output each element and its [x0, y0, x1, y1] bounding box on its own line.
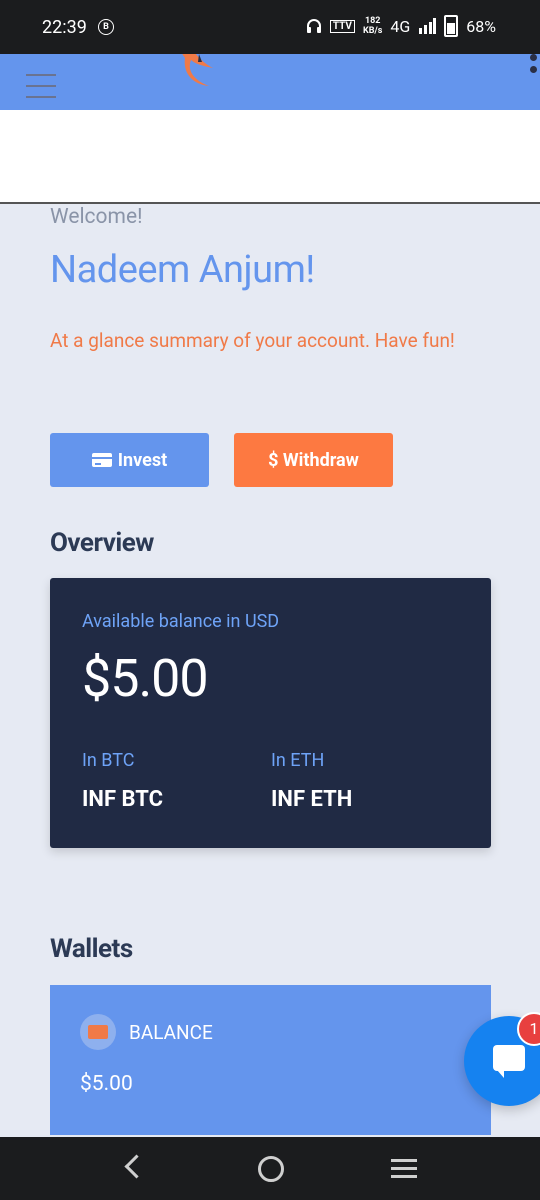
system-nav-bar	[0, 1137, 540, 1200]
withdraw-label: $ Withdraw	[268, 449, 359, 471]
top-navbar	[0, 54, 540, 110]
status-icons: TTV 182 KB/s 4G 68%	[306, 15, 496, 37]
welcome-text: Welcome!	[50, 205, 143, 229]
network-type: 4G	[390, 16, 411, 36]
summary-text: At a glance summary of your account. Hav…	[50, 329, 455, 352]
btc-value: INF BTC	[82, 787, 163, 812]
speed-unit: KB/s	[362, 26, 383, 36]
hamburger-icon[interactable]	[26, 74, 56, 107]
speed-value: 182	[364, 16, 381, 26]
withdraw-button[interactable]: $ Withdraw	[234, 433, 393, 487]
battery-percent: 68%	[466, 16, 496, 36]
header-band	[0, 110, 540, 202]
credit-card-icon	[91, 453, 112, 467]
more-vert-icon[interactable]	[530, 54, 538, 78]
user-name: Nadeem Anjum!	[50, 248, 315, 292]
eth-value: INF ETH	[271, 787, 353, 812]
headphones-icon	[306, 19, 321, 33]
overview-card: Available balance in USD $5.00 In BTC In…	[50, 578, 491, 848]
b-notification-icon: B	[98, 19, 114, 35]
back-icon[interactable]	[124, 1154, 149, 1179]
chat-bubble-icon	[493, 1045, 525, 1078]
balance-value: $5.00	[82, 648, 209, 709]
wallet-amount: $5.00	[80, 1072, 133, 1096]
network-speed: 182 KB/s	[363, 16, 382, 36]
wallet-icon	[80, 1014, 116, 1050]
home-icon[interactable]	[258, 1156, 284, 1182]
invest-button[interactable]: Invest	[50, 433, 209, 487]
bird-logo[interactable]	[165, 54, 225, 94]
wallet-label: BALANCE	[129, 1021, 213, 1044]
overview-heading: Overview	[50, 528, 154, 558]
eth-label: In ETH	[271, 750, 325, 771]
invest-label: Invest	[117, 449, 168, 471]
wallets-heading: Wallets	[50, 934, 133, 964]
signal-icon	[419, 18, 437, 34]
balance-label: Available balance in USD	[82, 611, 280, 632]
status-bar: 22:39 B TTV 182 KB/s 4G 68%	[0, 0, 540, 54]
btc-label: In BTC	[82, 750, 135, 771]
wallet-card[interactable]: BALANCE $5.00	[50, 985, 491, 1135]
status-time: 22:39	[42, 17, 87, 38]
ttv-icon: TTV	[329, 19, 355, 33]
battery-icon	[444, 15, 459, 37]
recents-icon[interactable]	[391, 1159, 417, 1183]
